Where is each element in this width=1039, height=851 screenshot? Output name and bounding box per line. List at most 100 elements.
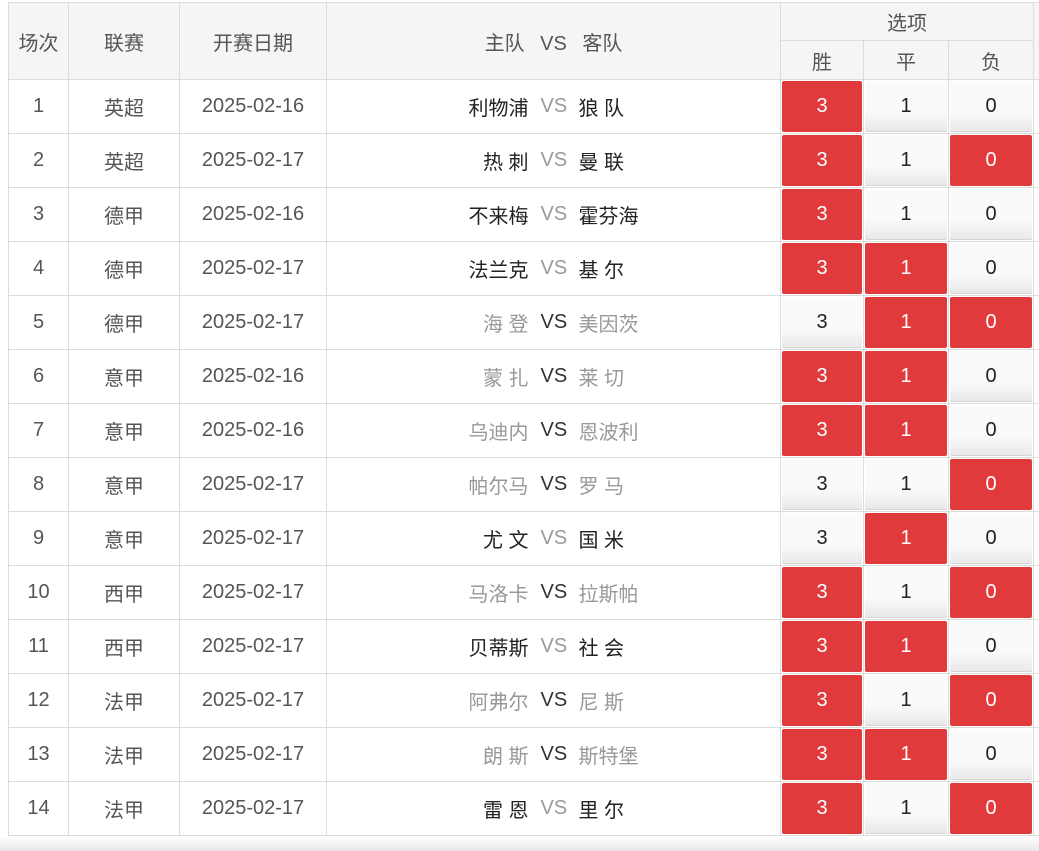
opt-draw-cell: 1 xyxy=(863,673,949,728)
draw-option-button[interactable]: 1 xyxy=(865,729,947,780)
draw-option-button[interactable]: 1 xyxy=(865,189,947,240)
away-team: 拉斯帕 xyxy=(578,584,639,606)
draw-option-button[interactable]: 1 xyxy=(865,243,947,294)
header-extra xyxy=(1033,2,1039,80)
lose-option-button[interactable]: 0 xyxy=(950,351,1033,402)
lose-option-button[interactable]: 0 xyxy=(950,729,1033,780)
lose-option-button[interactable]: 0 xyxy=(950,513,1033,564)
header-date: 开赛日期 xyxy=(179,2,327,80)
league: 法甲 xyxy=(68,673,180,728)
lose-option-button[interactable]: 0 xyxy=(950,81,1033,132)
match-no: 1 xyxy=(8,79,69,134)
league: 意甲 xyxy=(68,349,180,404)
opt-lose-cell: 0 xyxy=(947,187,1035,242)
lose-option-button[interactable]: 0 xyxy=(950,675,1033,726)
match-date: 2025-02-16 xyxy=(179,403,327,458)
match-no: 7 xyxy=(8,403,69,458)
opt-draw-cell: 1 xyxy=(863,619,949,674)
win-option-button[interactable]: 3 xyxy=(782,81,862,132)
lose-option-button[interactable]: 0 xyxy=(950,297,1033,348)
extra-cell xyxy=(1033,79,1039,134)
win-option-button[interactable]: 3 xyxy=(782,459,862,510)
draw-option-button[interactable]: 1 xyxy=(865,297,947,348)
draw-option-button[interactable]: 1 xyxy=(865,81,947,132)
win-option-button[interactable]: 3 xyxy=(782,243,862,294)
draw-option-button[interactable]: 1 xyxy=(865,513,947,564)
match-date: 2025-02-17 xyxy=(179,781,327,836)
opt-win-cell: 3 xyxy=(780,619,864,674)
away-team: 霍芬海 xyxy=(578,206,639,228)
win-option-button[interactable]: 3 xyxy=(782,621,862,672)
league: 德甲 xyxy=(68,295,180,350)
bottom-fade xyxy=(0,837,1039,851)
header-opt-win: 胜 xyxy=(780,40,864,80)
draw-option-button[interactable]: 1 xyxy=(865,135,947,186)
opt-win-cell: 3 xyxy=(780,673,864,728)
header-vs: VS xyxy=(540,32,567,55)
draw-option-button[interactable]: 1 xyxy=(865,405,947,456)
league: 法甲 xyxy=(68,727,180,782)
away-team: 曼 联 xyxy=(578,152,625,174)
league: 西甲 xyxy=(68,619,180,674)
opt-lose-cell: 0 xyxy=(947,241,1035,296)
match-date: 2025-02-17 xyxy=(179,133,327,188)
vs-label: VS xyxy=(540,689,568,711)
draw-option-button[interactable]: 1 xyxy=(865,783,947,834)
draw-option-button[interactable]: 1 xyxy=(865,675,947,726)
match-teams: 利物浦 VS 狼 队 xyxy=(326,79,781,134)
win-option-button[interactable]: 3 xyxy=(782,567,862,618)
extra-cell xyxy=(1033,133,1039,188)
opt-win-cell: 3 xyxy=(780,457,864,512)
win-option-button[interactable]: 3 xyxy=(782,405,862,456)
win-option-button[interactable]: 3 xyxy=(782,135,862,186)
extra-cell xyxy=(1033,511,1039,566)
lose-option-button[interactable]: 0 xyxy=(950,189,1033,240)
table-row: 9 意甲 2025-02-17 尤 文 VS 国 米 310 xyxy=(8,511,1039,566)
table-row: 2 英超 2025-02-17 热 刺 VS 曼 联 310 xyxy=(8,133,1039,188)
table-row: 4 德甲 2025-02-17 法兰克 VS 基 尔 310 xyxy=(8,241,1039,296)
lose-option-button[interactable]: 0 xyxy=(950,459,1033,510)
win-option-button[interactable]: 3 xyxy=(782,297,862,348)
lose-option-button[interactable]: 0 xyxy=(950,783,1033,834)
vs-label: VS xyxy=(540,365,568,387)
home-team: 利物浦 xyxy=(468,98,529,120)
opt-lose-cell: 0 xyxy=(947,511,1035,566)
win-option-button[interactable]: 3 xyxy=(782,189,862,240)
match-date: 2025-02-17 xyxy=(179,565,327,620)
opt-draw-cell: 1 xyxy=(863,79,949,134)
match-no: 10 xyxy=(8,565,69,620)
header-league: 联赛 xyxy=(68,2,180,80)
draw-option-button[interactable]: 1 xyxy=(865,567,947,618)
win-option-button[interactable]: 3 xyxy=(782,513,862,564)
table-row: 11 西甲 2025-02-17 贝蒂斯 VS 社 会 310 xyxy=(8,619,1039,674)
match-no: 12 xyxy=(8,673,69,728)
draw-option-button[interactable]: 1 xyxy=(865,459,947,510)
lose-option-button[interactable]: 0 xyxy=(950,567,1033,618)
header-away: 客队 xyxy=(582,32,623,55)
opt-draw-cell: 1 xyxy=(863,241,949,296)
lose-option-button[interactable]: 0 xyxy=(950,243,1033,294)
lose-option-button[interactable]: 0 xyxy=(950,621,1033,672)
lose-option-button[interactable]: 0 xyxy=(950,405,1033,456)
league: 意甲 xyxy=(68,457,180,512)
table-header: 场次 联赛 开赛日期 主队 VS 客队 选项 胜 平 负 xyxy=(8,2,1039,80)
match-teams: 阿弗尔 VS 尼 斯 xyxy=(326,673,781,728)
league: 德甲 xyxy=(68,187,180,242)
draw-option-button[interactable]: 1 xyxy=(865,351,947,402)
win-option-button[interactable]: 3 xyxy=(782,783,862,834)
win-option-button[interactable]: 3 xyxy=(782,675,862,726)
opt-win-cell: 3 xyxy=(780,241,864,296)
extra-cell xyxy=(1033,673,1039,728)
match-teams: 朗 斯 VS 斯特堡 xyxy=(326,727,781,782)
win-option-button[interactable]: 3 xyxy=(782,729,862,780)
lose-option-button[interactable]: 0 xyxy=(950,135,1033,186)
home-team: 乌迪内 xyxy=(468,422,529,444)
win-option-button[interactable]: 3 xyxy=(782,351,862,402)
match-date: 2025-02-17 xyxy=(179,511,327,566)
extra-cell xyxy=(1033,295,1039,350)
opt-draw-cell: 1 xyxy=(863,727,949,782)
opt-win-cell: 3 xyxy=(780,187,864,242)
draw-option-button[interactable]: 1 xyxy=(865,621,947,672)
match-teams: 雷 恩 VS 里 尔 xyxy=(326,781,781,836)
vs-label: VS xyxy=(540,149,568,171)
